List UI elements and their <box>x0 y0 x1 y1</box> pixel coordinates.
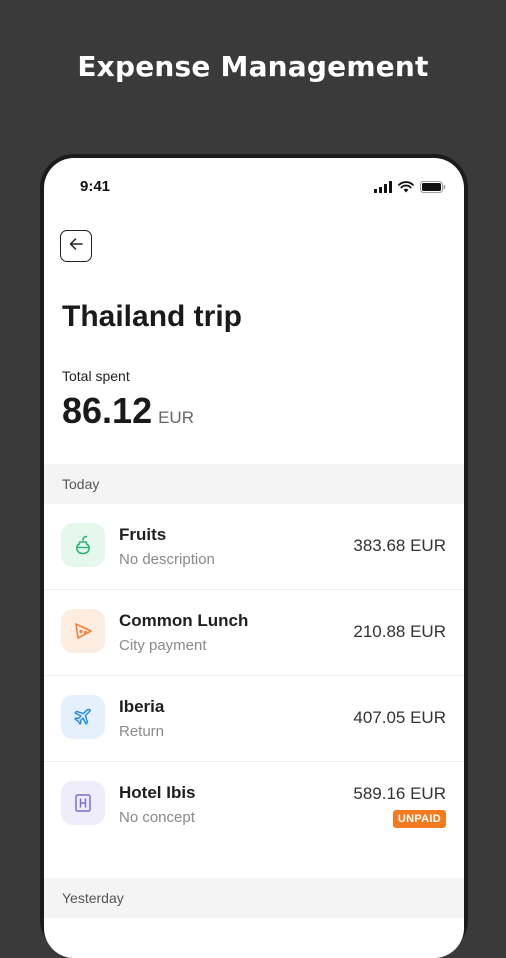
expense-description: Return <box>119 723 165 740</box>
signal-icon <box>374 180 392 198</box>
expense-name: Iberia <box>119 697 165 716</box>
expense-amount: 383.68 EUR <box>353 536 446 555</box>
unpaid-badge: UNPAID <box>392 810 446 828</box>
total-spent-label: Total spent <box>62 368 130 384</box>
fruit-icon <box>61 523 105 567</box>
status-icons <box>374 180 446 198</box>
expense-description: City payment <box>119 637 207 654</box>
total-spent-currency: EUR <box>158 408 194 427</box>
expense-row-iberia[interactable]: Iberia Return 407.05 EUR <box>44 676 464 762</box>
expense-description: No concept <box>119 809 195 826</box>
expense-name: Hotel Ibis <box>119 783 196 802</box>
wifi-icon <box>398 180 414 198</box>
expense-amount: 589.16 EUR <box>353 784 446 803</box>
status-time: 9:41 <box>80 178 111 195</box>
page-title: Thailand trip <box>62 300 242 333</box>
expense-amount: 407.05 EUR <box>353 708 446 727</box>
hotel-icon <box>61 781 105 825</box>
battery-icon <box>420 180 446 198</box>
app-screen: 9:41 Thailand trip Total spent 86.12 EUR… <box>44 158 464 958</box>
expense-name: Common Lunch <box>119 611 249 630</box>
expense-row-hotel-ibis[interactable]: Hotel Ibis No concept 589.16 EUR UNPAID <box>44 762 464 848</box>
expense-amount: 210.88 EUR <box>353 622 446 641</box>
total-spent-amount: 86.12 EUR <box>62 390 194 432</box>
expense-row-fruits[interactable]: Fruits No description 383.68 EUR <box>44 504 464 590</box>
expense-description: No description <box>119 551 215 568</box>
status-bar: 9:41 <box>44 158 464 208</box>
section-header-yesterday: Yesterday <box>44 878 464 918</box>
arrow-left-icon <box>68 236 84 257</box>
expense-name: Fruits <box>119 525 167 544</box>
promo-headline: Expense Management <box>77 50 429 83</box>
phone-frame: 9:41 Thailand trip Total spent 86.12 EUR… <box>40 154 468 958</box>
section-header-today: Today <box>44 464 464 504</box>
airplane-icon <box>61 695 105 739</box>
back-button[interactable] <box>60 230 92 262</box>
expense-row-common-lunch[interactable]: Common Lunch City payment 210.88 EUR <box>44 590 464 676</box>
total-spent-value: 86.12 <box>62 390 153 431</box>
food-slice-icon <box>61 609 105 653</box>
